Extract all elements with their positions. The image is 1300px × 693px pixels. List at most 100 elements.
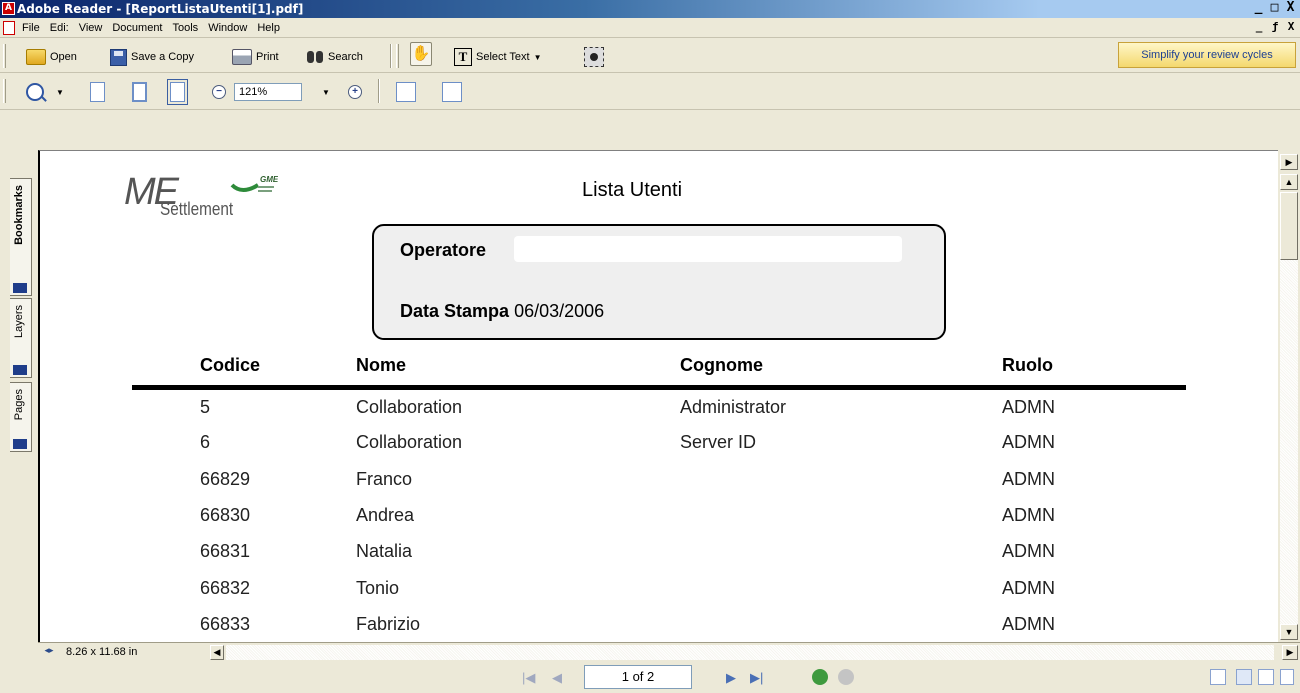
horizontal-scroll-track[interactable] (226, 645, 1274, 660)
menu-window[interactable]: Window (208, 18, 247, 38)
save-a-copy-label: Save a Copy (131, 51, 194, 63)
search-label: Search (328, 51, 363, 63)
vertical-scrollbar[interactable]: ▶ ▲ ▼ (1278, 150, 1300, 642)
print-label: Print (256, 51, 279, 63)
tab-bookmarks[interactable]: Bookmarks (10, 178, 32, 296)
document-view[interactable]: ME Settlement GME Lista Utenti Operatore… (38, 150, 1278, 642)
scroll-down-icon[interactable]: ▼ (1280, 624, 1298, 640)
cell-codice: 66830 (200, 505, 251, 525)
status-bar: |◀ ◀ 1 of 2 ▶ ▶| (0, 661, 1300, 693)
tab-indicator (13, 365, 27, 375)
open-button[interactable]: Open (26, 46, 77, 68)
rotate-counterclockwise-button[interactable] (442, 81, 462, 103)
scroll-thumb[interactable] (1280, 192, 1298, 260)
hand-icon: ✋ (410, 42, 432, 66)
previous-page-icon[interactable]: ◀ (552, 667, 562, 689)
tab-indicator (13, 283, 27, 293)
panel-toggle-icon[interactable]: ▶ (1280, 154, 1298, 170)
navigation-panel: Bookmarks Layers Pages (0, 150, 38, 642)
column-header-codice: Codice (200, 355, 261, 375)
binoculars-icon (306, 49, 324, 65)
operatore-value-redacted (514, 236, 902, 262)
select-text-button[interactable]: T Select Text ▼ (454, 46, 542, 68)
printer-icon (232, 49, 252, 65)
fit-page-button[interactable] (132, 81, 147, 103)
select-text-label: Select Text (476, 51, 530, 63)
scroll-up-icon[interactable]: ▲ (1280, 174, 1298, 190)
go-back-icon[interactable] (812, 669, 828, 685)
horizontal-scrollbar: ◂▸ 8.26 x 11.68 in ◀ ▶ (38, 642, 1300, 661)
menu-bar: File Edi: View Document Tools Window Hel… (0, 18, 1300, 38)
menu-file[interactable]: File (22, 18, 40, 38)
open-label: Open (50, 51, 77, 63)
zoom-level[interactable]: 121% (234, 81, 302, 103)
adobe-reader-icon[interactable]: A (2, 2, 15, 15)
menu-document[interactable]: Document (112, 18, 162, 38)
tab-layers[interactable]: Layers (10, 298, 32, 378)
data-stampa-value: 06/03/2006 (514, 301, 605, 321)
continuous-layout-icon[interactable] (1236, 669, 1252, 685)
split-handle-icon[interactable]: ◂▸ (40, 645, 58, 660)
promo-banner[interactable]: Simplify your review cycles (1118, 42, 1296, 68)
fit-page-icon (132, 82, 147, 102)
zoom-dropdown[interactable]: ▼ (322, 81, 330, 103)
menu-view[interactable]: View (79, 18, 103, 38)
column-header-nome: Nome (356, 355, 407, 375)
first-page-icon[interactable]: |◀ (522, 667, 535, 689)
zoom-in-button[interactable]: + (348, 81, 362, 103)
camera-icon (584, 47, 604, 67)
column-header-ruolo: Ruolo (1002, 355, 1053, 375)
scroll-left-icon[interactable]: ◀ (210, 645, 224, 660)
column-header-cognome: Cognome (680, 355, 763, 375)
save-a-copy-button[interactable]: Save a Copy (110, 46, 194, 68)
print-button[interactable]: Print (232, 46, 279, 68)
zoom-tool-button[interactable]: ▼ (26, 81, 64, 103)
page-icon (90, 82, 105, 102)
close-button[interactable]: X (1283, 1, 1298, 16)
cell-nome: Collaboration (356, 397, 463, 417)
cell-ruolo: ADMN (1002, 469, 1055, 489)
operatore-label: Operatore (400, 240, 487, 260)
maximize-button[interactable]: □ (1267, 1, 1282, 16)
continuous-facing-layout-icon[interactable] (1280, 669, 1294, 685)
last-page-icon[interactable]: ▶| (750, 667, 763, 689)
actual-size-button[interactable] (90, 81, 105, 103)
single-page-layout-icon[interactable] (1210, 669, 1226, 685)
doc-close-button[interactable]: X (1284, 20, 1298, 34)
menu-help[interactable]: Help (257, 18, 280, 38)
chevron-down-icon[interactable]: ▼ (534, 53, 542, 62)
menu-tools[interactable]: Tools (173, 18, 199, 38)
zoom-input[interactable]: 121% (234, 83, 302, 101)
fit-width-button[interactable] (167, 79, 188, 105)
tab-pages[interactable]: Pages (10, 382, 32, 452)
toolbar-grip[interactable] (3, 44, 6, 68)
go-forward-icon[interactable] (838, 669, 854, 685)
minimize-button[interactable]: _ (1251, 1, 1266, 16)
hand-tool-button[interactable]: ✋ (410, 42, 432, 66)
menu-edit[interactable]: Edi: (50, 18, 69, 38)
scroll-right-icon[interactable]: ▶ (1282, 645, 1298, 660)
doc-restore-button[interactable]: ƒ (1268, 20, 1282, 34)
document-title: Lista Utenti (582, 179, 683, 201)
next-page-icon[interactable]: ▶ (726, 667, 736, 689)
search-button[interactable]: Search (306, 46, 363, 68)
doc-minimize-button[interactable]: _ (1252, 20, 1266, 34)
cell-codice: 66831 (200, 541, 251, 561)
facing-layout-icon[interactable] (1258, 669, 1274, 685)
rotate-clockwise-button[interactable] (396, 81, 416, 103)
operator-info-box: Operatore Data Stampa 06/03/2006 (372, 224, 946, 340)
cell-ruolo: ADMN (1002, 505, 1055, 525)
page-size: 8.26 x 11.68 in (66, 646, 138, 658)
cell-nome: Tonio (356, 578, 400, 598)
zoom-out-button[interactable]: − (212, 81, 226, 103)
floppy-disk-icon (110, 48, 127, 66)
snapshot-button[interactable] (584, 46, 604, 68)
page-number-input[interactable]: 1 of 2 (584, 665, 692, 689)
toolbar-grip[interactable] (396, 44, 399, 68)
chevron-down-icon[interactable]: ▼ (56, 88, 64, 97)
pdf-document-icon[interactable] (3, 21, 15, 35)
cell-ruolo: ADMN (1002, 397, 1055, 417)
folder-icon (26, 49, 46, 65)
cell-nome: Fabrizio (356, 614, 421, 634)
toolbar-grip[interactable] (3, 79, 6, 103)
